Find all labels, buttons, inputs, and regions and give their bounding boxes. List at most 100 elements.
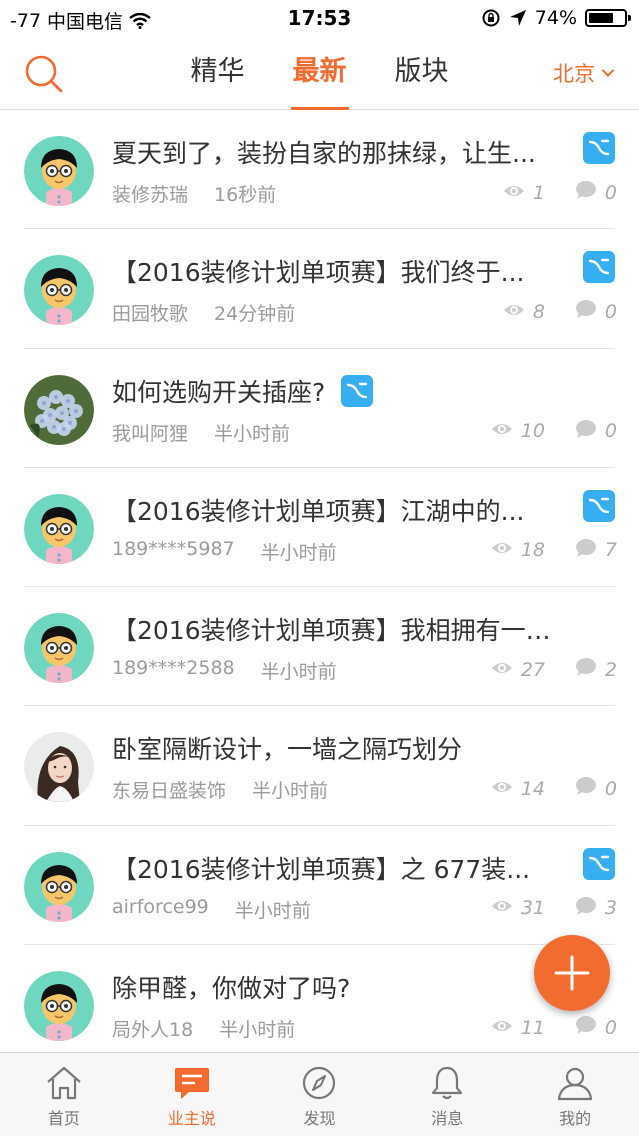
comment-count: 0	[573, 776, 617, 801]
eye-icon	[503, 182, 525, 204]
comment-count-value: 0	[604, 300, 617, 323]
avatar[interactable]	[24, 255, 94, 326]
nav-home[interactable]: 首页	[0, 1053, 128, 1136]
eye-icon	[491, 659, 513, 681]
nav-me[interactable]: 我的	[511, 1053, 639, 1136]
avatar[interactable]	[24, 732, 94, 803]
nav-home-label: 首页	[47, 1109, 80, 1128]
app: -77 中国电信 17:53 74% 精华 最新 版块 北京 夏天到了，装扮自家…	[0, 0, 639, 1136]
post-title-row: 【2016装修计划单项赛】江湖中的...	[112, 492, 524, 528]
post-time: 半小时前	[214, 422, 291, 445]
eye-icon	[491, 778, 513, 800]
comment-icon	[575, 180, 597, 205]
post-author[interactable]: 189****5987	[112, 538, 235, 565]
nav-me-label: 我的	[559, 1109, 592, 1128]
avatar[interactable]	[24, 374, 94, 445]
post-time: 半小时前	[260, 661, 337, 684]
comment-count-value: 7	[604, 539, 617, 562]
view-count: 11	[489, 1017, 545, 1039]
comment-count-value: 0	[604, 181, 617, 204]
avatar[interactable]	[24, 613, 94, 684]
avatar[interactable]	[24, 493, 94, 564]
post-author[interactable]: 装修苏瑞	[112, 180, 188, 207]
post-item[interactable]: 卧室隔断设计，一墙之隔巧划分东易日盛装饰 半小时前 14 0	[0, 706, 639, 827]
eye-icon	[491, 897, 513, 919]
nav-owner-talk[interactable]: 业主说	[128, 1053, 256, 1136]
view-count: 1	[489, 182, 545, 204]
view-count: 27	[489, 659, 545, 681]
post-title[interactable]: 除甲醛，你做对了吗?	[112, 969, 350, 1005]
post-time: 半小时前	[234, 899, 311, 922]
post-title[interactable]: 夏天到了，装扮自家的那抹绿，让生...	[112, 134, 536, 170]
comment-icon	[575, 776, 597, 801]
post-author[interactable]: 东易日盛装饰	[112, 776, 226, 803]
post-title[interactable]: 【2016装修计划单项赛】江湖中的...	[112, 492, 524, 528]
post-time: 半小时前	[260, 541, 337, 564]
post-type-badge-icon	[583, 489, 615, 522]
tab-featured[interactable]: 精华	[189, 36, 247, 110]
comment-icon	[575, 299, 597, 324]
bottom-nav: 首页 业主说 发现 消息 我的	[0, 1052, 639, 1136]
avatar[interactable]	[24, 136, 94, 206]
nav-discover[interactable]: 发现	[256, 1053, 384, 1136]
location-arrow-icon	[509, 10, 526, 26]
post-title[interactable]: 【2016装修计划单项赛】我们终于...	[112, 253, 524, 289]
view-count: 18	[489, 539, 545, 561]
nav-messages[interactable]: 消息	[383, 1053, 511, 1136]
user-icon	[557, 1067, 593, 1101]
comment-icon	[575, 896, 597, 921]
comment-count: 3	[573, 896, 617, 921]
post-title[interactable]: 【2016装修计划单项赛】我相拥有一个...	[112, 611, 574, 647]
post-meta: 田园牧歌 24分钟前	[112, 299, 295, 326]
post-type-badge-icon	[583, 251, 615, 284]
post-author[interactable]: airforce99	[112, 896, 209, 923]
post-author[interactable]: 局外人18	[112, 1015, 193, 1042]
comment-count-value: 0	[604, 777, 617, 800]
eye-icon	[491, 420, 513, 442]
comment-icon	[575, 657, 597, 682]
avatar[interactable]	[24, 851, 94, 922]
post-item[interactable]: 【2016装修计划单项赛】我们终于... 田园牧歌 24分钟前 8 0	[0, 229, 639, 349]
post-item[interactable]: 【2016装修计划单项赛】我相拥有一个... 189****2588 半小时前 27 2	[0, 587, 639, 707]
post-meta: 我叫阿狸 半小时前	[112, 419, 290, 446]
view-count: 10	[489, 420, 545, 442]
city-selector[interactable]: 北京	[553, 58, 615, 88]
post-title[interactable]: 卧室隔断设计，一墙之隔巧划分	[112, 730, 462, 766]
eye-icon	[491, 1017, 513, 1039]
view-count-value: 18	[520, 539, 545, 562]
new-post-button[interactable]	[534, 935, 610, 1011]
view-count: 31	[489, 897, 545, 919]
top-header: 精华 最新 版块 北京	[0, 36, 639, 110]
post-title-row: 除甲醛，你做对了吗?	[112, 969, 350, 1005]
post-author[interactable]: 田园牧歌	[112, 299, 188, 326]
post-type-badge-icon	[583, 132, 615, 164]
post-time: 半小时前	[252, 780, 329, 803]
comment-count-value: 0	[604, 420, 617, 443]
view-count-value: 31	[520, 897, 545, 920]
post-stats: 27 2	[489, 657, 617, 682]
post-item[interactable]: 夏天到了，装扮自家的那抹绿，让生... 装修苏瑞 16秒前 1 0	[0, 110, 639, 230]
post-title-row: 【2016装修计划单项赛】之 677装...	[112, 850, 530, 886]
post-item[interactable]: 【2016装修计划单项赛】之 677装... airforce99 半小时前 31 3	[0, 826, 639, 946]
post-author[interactable]: 189****2588	[112, 657, 235, 684]
post-title[interactable]: 【2016装修计划单项赛】之 677装...	[112, 850, 530, 886]
post-author[interactable]: 我叫阿狸	[112, 419, 188, 446]
post-item[interactable]: 如何选购开关插座? 我叫阿狸 半小时前 10 0	[0, 349, 639, 469]
post-item[interactable]: 【2016装修计划单项赛】江湖中的... 189****5987 半小时前 18 7	[0, 468, 639, 588]
post-stats: 31 3	[489, 896, 617, 921]
nav-messages-label: 消息	[431, 1109, 464, 1128]
post-meta: 局外人18 半小时前	[112, 1015, 295, 1042]
avatar[interactable]	[24, 971, 94, 1042]
comment-count: 2	[573, 657, 617, 682]
eye-icon	[503, 301, 525, 323]
post-title[interactable]: 如何选购开关插座?	[112, 373, 325, 409]
post-stats: 14 0	[489, 776, 617, 801]
tab-latest[interactable]: 最新	[290, 36, 349, 110]
tab-sections[interactable]: 版块	[393, 36, 451, 110]
post-stats: 11 0	[489, 1015, 617, 1040]
post-title-row: 如何选购开关插座?	[112, 373, 374, 409]
eye-icon	[491, 539, 513, 561]
post-stats: 80	[489, 299, 617, 324]
top-tabs: 精华 最新 版块	[0, 36, 639, 110]
view-count-value: 1	[532, 181, 545, 204]
